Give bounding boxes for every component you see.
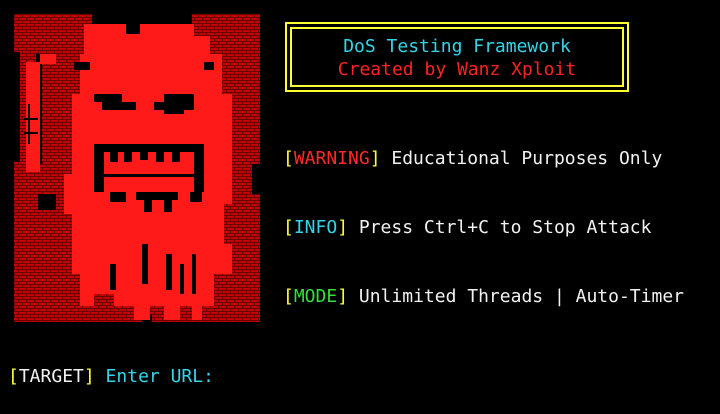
enter-url-label: Enter URL: — [94, 366, 225, 387]
bracket-open: [ — [283, 148, 294, 169]
info-line-info: [INFO] Press Ctrl+C to Stop Attack — [283, 216, 684, 239]
info-lines: [WARNING] Educational Purposes Only [INF… — [283, 101, 684, 354]
info-tag: INFO — [293, 217, 338, 238]
mode-text: Unlimited Threads | Auto-Timer — [348, 286, 684, 307]
url-input[interactable] — [224, 367, 525, 387]
bracket-open: [ — [8, 366, 19, 387]
warning-tag: WARNING — [293, 148, 370, 169]
bracket-close: ] — [369, 148, 381, 169]
bracket-open: [ — [283, 217, 294, 238]
target-tag: TARGET — [18, 366, 84, 387]
bracket-close: ] — [337, 286, 349, 307]
info-text: Press Ctrl+C to Stop Attack — [348, 217, 652, 238]
warning-text: Educational Purposes Only — [380, 148, 663, 169]
banner-title: DoS Testing Framework — [343, 36, 571, 57]
bracket-open: [ — [283, 286, 294, 307]
mode-tag: MODE — [293, 286, 338, 307]
bracket-close: ] — [337, 217, 349, 238]
red-devil-skull-icon — [14, 14, 260, 322]
banner-credit: Created by Wanz Xploit — [337, 59, 577, 80]
info-line-mode: [MODE] Unlimited Threads | Auto-Timer — [283, 285, 684, 308]
target-prompt: [TARGET] Enter URL: — [8, 366, 525, 388]
info-line-warning: [WARNING] Educational Purposes Only — [283, 147, 684, 170]
bracket-close: ] — [83, 366, 95, 387]
title-banner: DoS Testing Framework Created by Wanz Xp… — [285, 22, 629, 92]
terminal-window: DoS Testing Framework Created by Wanz Xp… — [0, 0, 720, 414]
